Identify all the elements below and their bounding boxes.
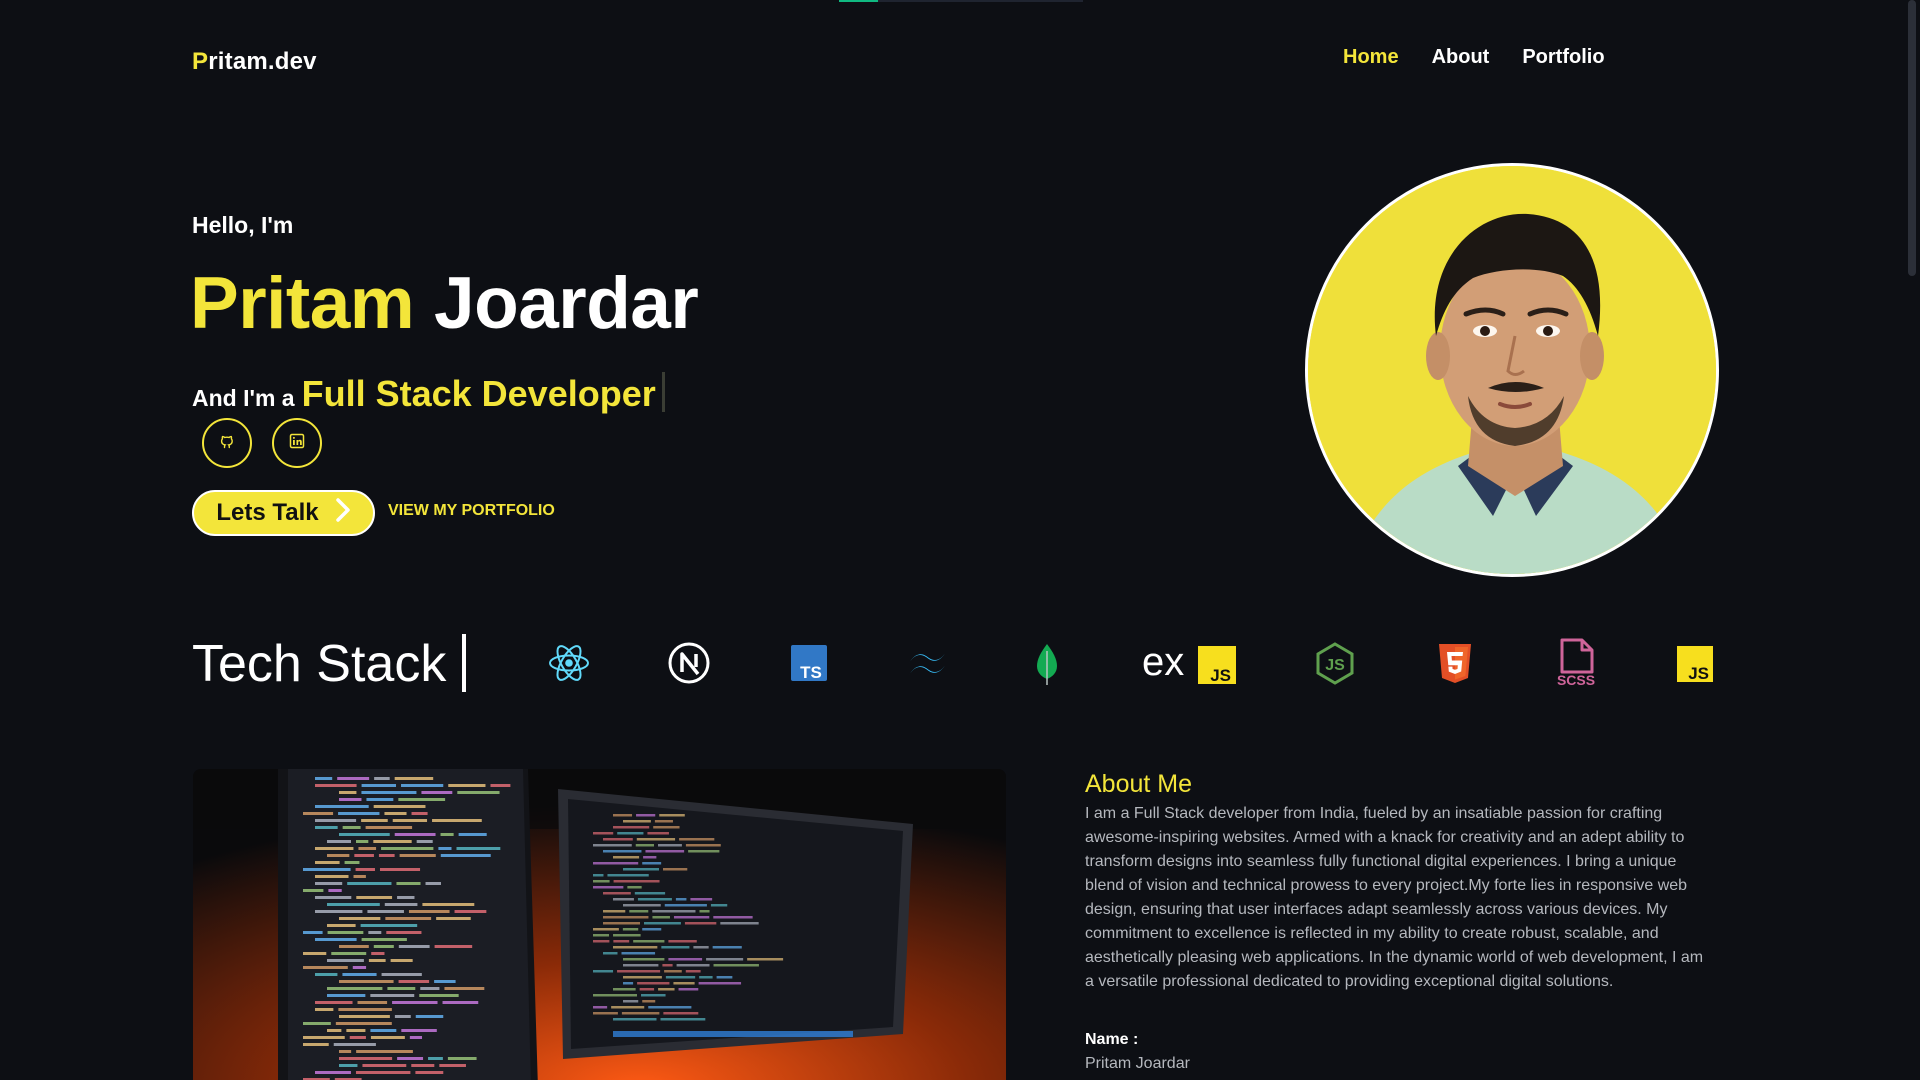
github-icon — [219, 433, 235, 454]
svg-text:JS: JS — [1325, 657, 1345, 674]
nav-item-home[interactable]: Home — [1343, 46, 1399, 69]
role-prefix: And I'm a — [192, 385, 295, 411]
svg-text:ex: ex — [1142, 641, 1184, 684]
linkedin-icon — [289, 433, 305, 454]
github-link[interactable] — [202, 418, 252, 468]
site-logo[interactable]: Pritam.dev — [192, 48, 317, 76]
expressjs-icon: ex JS — [1141, 640, 1237, 685]
lets-talk-button[interactable]: Lets Talk — [192, 490, 375, 536]
svg-text:SCSS: SCSS — [1557, 672, 1595, 688]
chevron-right-icon — [335, 497, 351, 530]
nodejs-icon: JS — [1313, 641, 1357, 685]
hero-greeting: Hello, I'm — [192, 212, 294, 238]
react-icon — [547, 641, 591, 685]
logo-text: ritam.dev — [208, 48, 317, 75]
html5-icon — [1433, 641, 1477, 685]
hero-last-name: Joardar — [434, 263, 699, 344]
scroll-progress-fill — [839, 0, 879, 2]
mongodb-icon — [1025, 641, 1069, 685]
about-title: About Me — [1085, 770, 1193, 798]
tailwind-icon — [905, 641, 949, 685]
tech-title-caret — [462, 634, 466, 692]
scss-icon: SCSS — [1552, 637, 1600, 689]
nextjs-icon — [667, 641, 711, 685]
linkedin-link[interactable] — [272, 418, 322, 468]
svg-text:JS: JS — [1210, 666, 1231, 685]
view-portfolio-link[interactable]: VIEW MY PORTFOLIO — [388, 502, 555, 520]
tech-stack-title: Tech Stack — [192, 635, 447, 693]
code-monitor-photo — [193, 769, 1006, 1080]
hero-role: And I'm a Full Stack Developer — [192, 366, 665, 415]
scrollbar-thumb[interactable] — [1908, 0, 1916, 276]
about-name-value: Pritam Joardar — [1085, 1055, 1190, 1072]
nav-item-portfolio[interactable]: Portfolio — [1522, 46, 1604, 69]
main-nav: Home About Portfolio — [1343, 46, 1605, 69]
about-name-label: Name : — [1085, 1031, 1139, 1048]
typing-caret — [661, 372, 665, 412]
lets-talk-label: Lets Talk — [216, 499, 319, 526]
hero-first-name: Pritam — [190, 263, 415, 344]
page-scrollbar[interactable] — [1904, 0, 1920, 1080]
scroll-progress-bar — [839, 0, 1083, 2]
hero-name: Pritam Joardar — [190, 262, 699, 345]
svg-text:JS: JS — [1688, 664, 1709, 683]
nav-item-about[interactable]: About — [1432, 46, 1490, 69]
javascript-icon: JS — [1673, 641, 1717, 685]
profile-photo — [1305, 163, 1719, 577]
logo-initial: P — [192, 48, 209, 75]
typescript-icon: TS — [787, 641, 831, 685]
about-body: I am a Full Stack developer from India, … — [1085, 805, 1704, 990]
social-links — [202, 418, 322, 468]
svg-text:TS: TS — [800, 663, 822, 682]
role-typed-text: Full Stack Developer — [301, 373, 656, 414]
